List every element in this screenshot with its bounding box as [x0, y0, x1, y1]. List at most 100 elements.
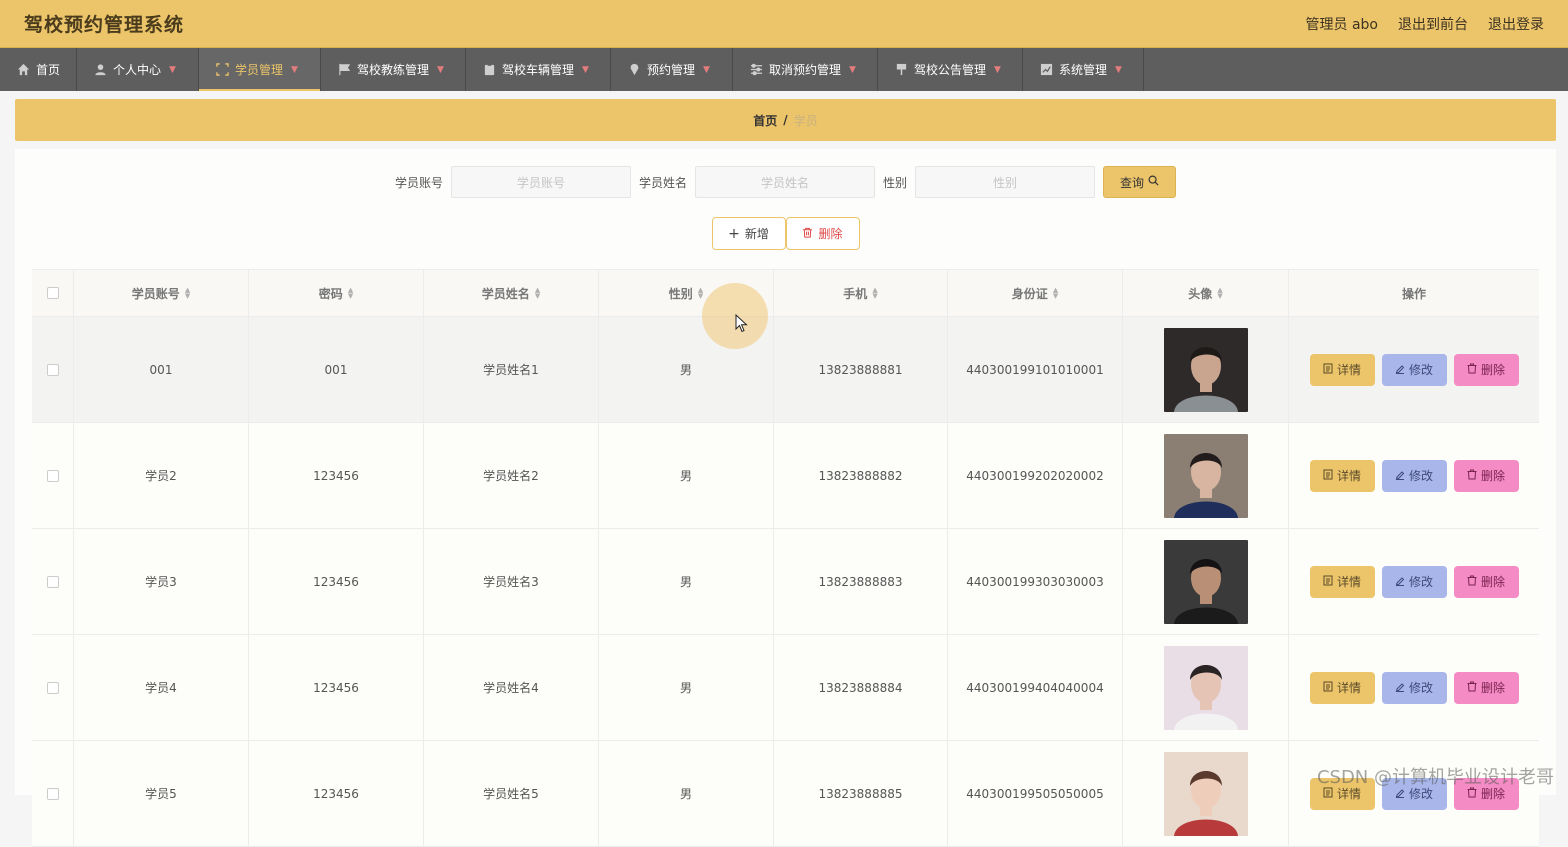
- location-icon: [627, 63, 641, 77]
- breadcrumb-current: 学员: [794, 112, 818, 129]
- query-button[interactable]: 查询: [1103, 166, 1176, 198]
- column-header-password[interactable]: 密码▲▼: [249, 270, 424, 316]
- edit-button[interactable]: 修改: [1382, 354, 1447, 386]
- sort-icon[interactable]: ▲▼: [535, 287, 540, 299]
- avatar[interactable]: [1164, 540, 1248, 624]
- trash-icon: [1467, 469, 1477, 483]
- sort-icon[interactable]: ▲▼: [1053, 287, 1058, 299]
- gender-search-input[interactable]: 性别: [915, 166, 1095, 198]
- chart-icon: [1039, 63, 1053, 77]
- row-delete-button[interactable]: 删除: [1454, 566, 1519, 598]
- detail-button-label: 详情: [1337, 573, 1361, 590]
- table-body: 001 001 学员姓名1 男 13823888881 440300199101…: [32, 317, 1539, 847]
- edit-icon: [1395, 681, 1405, 695]
- back-to-frontend-link[interactable]: 退出到前台: [1398, 14, 1468, 34]
- cell-avatar: [1123, 741, 1289, 846]
- table-row[interactable]: 学员5 123456 学员姓名5 男 13823888885 440300199…: [32, 741, 1539, 847]
- cell-phone: 13823888884: [774, 635, 948, 740]
- header-select-all: [32, 270, 74, 316]
- cell-phone: 13823888885: [774, 741, 948, 846]
- nav-item-system-management[interactable]: 系统管理 ▼: [1023, 48, 1144, 91]
- cell-avatar: [1123, 423, 1289, 528]
- account-label: 学员账号: [395, 174, 443, 191]
- nav-item-reservation-management[interactable]: 预约管理 ▼: [611, 48, 733, 91]
- select-all-checkbox[interactable]: [47, 287, 59, 299]
- row-checkbox[interactable]: [47, 788, 59, 800]
- edit-button-label: 修改: [1409, 573, 1433, 590]
- row-delete-button-label: 删除: [1481, 361, 1505, 378]
- table-row[interactable]: 学员3 123456 学员姓名3 男 13823888883 440300199…: [32, 529, 1539, 635]
- row-checkbox[interactable]: [47, 682, 59, 694]
- trash-icon: [1467, 681, 1477, 695]
- row-checkbox[interactable]: [47, 470, 59, 482]
- mouse-cursor-icon: [735, 314, 749, 338]
- cell-account: 学员4: [74, 635, 249, 740]
- sort-icon[interactable]: ▲▼: [185, 287, 190, 299]
- nav-item-vehicle-management[interactable]: 驾校车辆管理 ▼: [466, 48, 611, 91]
- nav-item-coach-management[interactable]: 驾校教练管理 ▼: [321, 48, 466, 91]
- nav-item-home[interactable]: 首页: [0, 48, 77, 91]
- detail-button[interactable]: 详情: [1310, 566, 1375, 598]
- detail-button[interactable]: 详情: [1310, 672, 1375, 704]
- sort-icon[interactable]: ▲▼: [698, 287, 703, 299]
- breadcrumb-home[interactable]: 首页: [753, 112, 777, 129]
- column-header-name[interactable]: 学员姓名 ▲▼: [424, 270, 599, 316]
- nav-item-notice-management[interactable]: 驾校公告管理 ▼: [878, 48, 1023, 91]
- detail-button[interactable]: 详情: [1310, 354, 1375, 386]
- batch-delete-button[interactable]: 删除: [786, 217, 860, 250]
- edit-button[interactable]: 修改: [1382, 566, 1447, 598]
- column-header-avatar[interactable]: 头像▲▼: [1123, 270, 1289, 316]
- column-header-account[interactable]: 学员账号▲▼: [74, 270, 249, 316]
- gender-label: 性别: [883, 174, 907, 191]
- add-button[interactable]: + 新增: [712, 217, 786, 250]
- avatar[interactable]: [1164, 328, 1248, 412]
- column-header-phone[interactable]: 手机▲▼: [774, 270, 948, 316]
- sort-icon[interactable]: ▲▼: [348, 287, 353, 299]
- name-search-input[interactable]: 学员姓名: [695, 166, 875, 198]
- search-icon: [1148, 175, 1159, 189]
- row-delete-button[interactable]: 删除: [1454, 460, 1519, 492]
- cell-name: 学员姓名4: [424, 635, 599, 740]
- cell-avatar: [1123, 529, 1289, 634]
- chevron-down-icon: ▼: [582, 65, 589, 75]
- row-delete-button[interactable]: 删除: [1454, 354, 1519, 386]
- cell-gender: 男: [599, 423, 774, 528]
- avatar[interactable]: [1164, 434, 1248, 518]
- table-row[interactable]: 001 001 学员姓名1 男 13823888881 440300199101…: [32, 317, 1539, 423]
- column-header-idcard[interactable]: 身份证▲▼: [948, 270, 1123, 316]
- column-label: 操作: [1402, 285, 1426, 302]
- user-icon: [93, 63, 107, 77]
- avatar[interactable]: [1164, 646, 1248, 730]
- breadcrumb-separator: /: [783, 113, 787, 127]
- trash-icon: [1467, 363, 1477, 377]
- table-row[interactable]: 学员2 123456 学员姓名2 男 13823888882 440300199…: [32, 423, 1539, 529]
- nav-item-cancel-reservation-management[interactable]: 取消预约管理 ▼: [733, 48, 878, 91]
- detail-button[interactable]: 详情: [1310, 460, 1375, 492]
- row-delete-button[interactable]: 删除: [1454, 672, 1519, 704]
- row-checkbox[interactable]: [47, 364, 59, 376]
- edit-button[interactable]: 修改: [1382, 460, 1447, 492]
- avatar[interactable]: [1164, 752, 1248, 836]
- sort-icon[interactable]: ▲▼: [1217, 287, 1222, 299]
- row-checkbox[interactable]: [47, 576, 59, 588]
- table-row[interactable]: 学员4 123456 学员姓名4 男 13823888884 440300199…: [32, 635, 1539, 741]
- nav-item-label: 驾校教练管理: [357, 61, 429, 78]
- cell-account: 学员3: [74, 529, 249, 634]
- detail-button-label: 详情: [1337, 467, 1361, 484]
- admin-user-link[interactable]: 管理员 abo: [1306, 14, 1378, 34]
- account-search-input[interactable]: 学员账号: [451, 166, 631, 198]
- column-label: 学员姓名: [482, 285, 530, 302]
- trash-icon: [1467, 575, 1477, 589]
- cell-gender: 男: [599, 741, 774, 846]
- watermark: CSDN @计算机毕业设计老哥: [1317, 763, 1554, 789]
- cell-idcard: 440300199101010001: [948, 317, 1123, 422]
- edit-button[interactable]: 修改: [1382, 672, 1447, 704]
- search-bar: 学员账号 学员账号 学员姓名 学员姓名 性别 性别 查询: [15, 166, 1556, 198]
- nav-item-student-management[interactable]: 学员管理 ▼: [199, 48, 321, 91]
- cell-operations: 详情 修改 删除: [1289, 423, 1539, 528]
- logout-link[interactable]: 退出登录: [1488, 14, 1544, 34]
- cell-name: 学员姓名1: [424, 317, 599, 422]
- nav-item-personal-center[interactable]: 个人中心 ▼: [77, 48, 199, 91]
- cell-phone: 13823888883: [774, 529, 948, 634]
- sort-icon[interactable]: ▲▼: [872, 287, 877, 299]
